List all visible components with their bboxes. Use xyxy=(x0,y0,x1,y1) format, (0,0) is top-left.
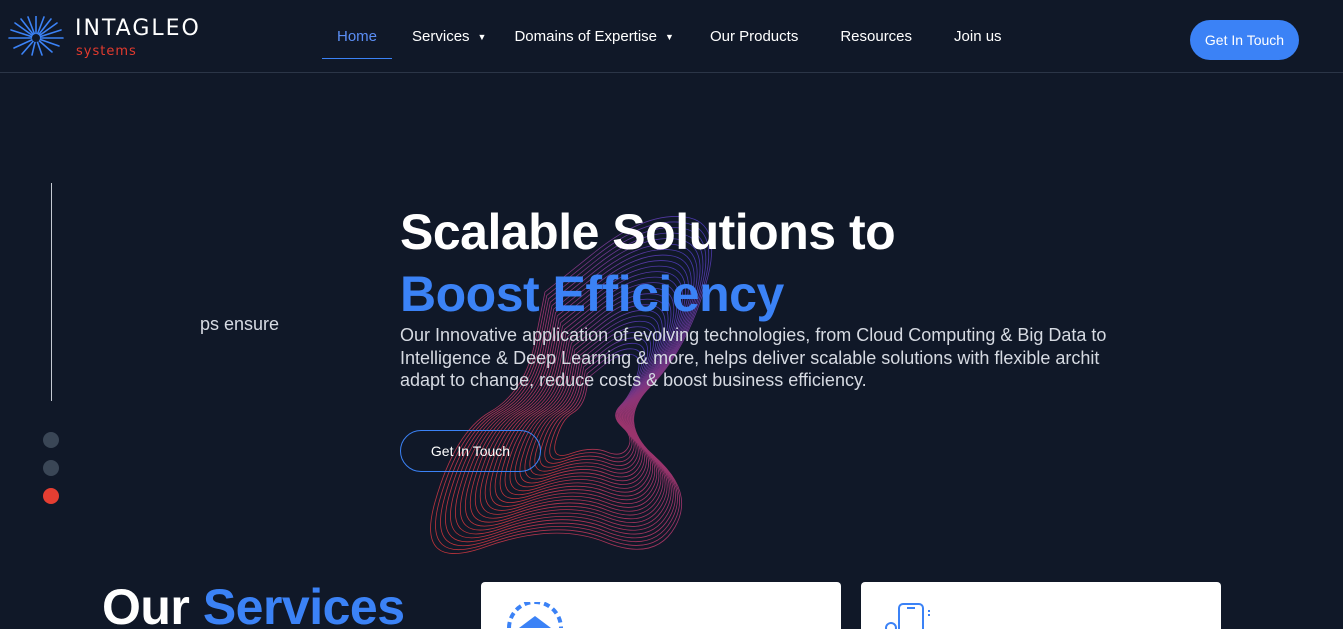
hero-description-line: Our Innovative application of evolving t… xyxy=(400,325,1107,345)
slider-divider xyxy=(51,183,52,401)
nav-item-label: Join us xyxy=(954,28,1002,45)
hero-description-line: Intelligence & Deep Learning & more, hel… xyxy=(400,347,1100,368)
mobile-settings-icon xyxy=(885,603,930,629)
caret-down-icon: ▼ xyxy=(665,31,674,42)
nav-item-domains[interactable]: Domains of Expertise ▼ xyxy=(514,17,673,57)
nav-item-resources[interactable]: Resources xyxy=(840,17,912,57)
nav-item-label: Home xyxy=(337,28,378,45)
hero-title-line-1: Scalable Solutions to xyxy=(400,204,896,260)
service-card-1[interactable] xyxy=(481,582,841,629)
nav-item-label: Services xyxy=(412,28,470,45)
nav-item-products[interactable]: Our Products xyxy=(710,17,798,57)
logo-burst-icon xyxy=(8,16,64,56)
site-header: INTAGLEO systems Home Services ▼ Domains… xyxy=(0,0,1343,73)
nav-item-join-us[interactable]: Join us xyxy=(954,17,1002,57)
nav-item-label: Our Products xyxy=(709,28,799,45)
previous-slide-text: ps ensure xyxy=(200,314,280,334)
slider-dot-1[interactable] xyxy=(43,432,59,448)
nav-item-services[interactable]: Services ▼ xyxy=(412,17,486,57)
brand-name: INTAGLEO xyxy=(75,16,201,41)
service-card-2[interactable] xyxy=(861,582,1221,629)
brand-subtitle: systems xyxy=(76,44,137,59)
hero-title-line-2: Boost Efficiency xyxy=(400,266,784,322)
get-in-touch-header-button[interactable]: Get In Touch xyxy=(1190,20,1299,60)
dashboard-gauge-icon xyxy=(507,602,563,629)
slider-dot-3[interactable] xyxy=(43,488,59,504)
get-in-touch-hero-button[interactable]: Get In Touch xyxy=(400,430,541,472)
caret-down-icon: ▼ xyxy=(477,31,487,42)
nav-item-home[interactable]: Home xyxy=(322,17,393,59)
slider-dot-2[interactable] xyxy=(43,460,59,476)
services-heading-part-1: Our xyxy=(102,579,190,629)
services-heading: Our Services xyxy=(102,582,405,629)
page: INTAGLEO systems Home Services ▼ Domains… xyxy=(0,0,1343,629)
hero-description-line: adapt to change, reduce costs & boost bu… xyxy=(400,370,867,390)
main-nav: Home Services ▼ Domains of Expertise ▼ O… xyxy=(322,0,1002,73)
nav-item-label: Resources xyxy=(840,28,913,45)
hero-description: Our Innovative application of evolving t… xyxy=(400,324,1144,394)
services-heading-part-2: Services xyxy=(202,579,405,629)
brand-logo[interactable]: INTAGLEO systems xyxy=(6,14,206,64)
nav-item-label: Domains of Expertise xyxy=(514,28,658,45)
